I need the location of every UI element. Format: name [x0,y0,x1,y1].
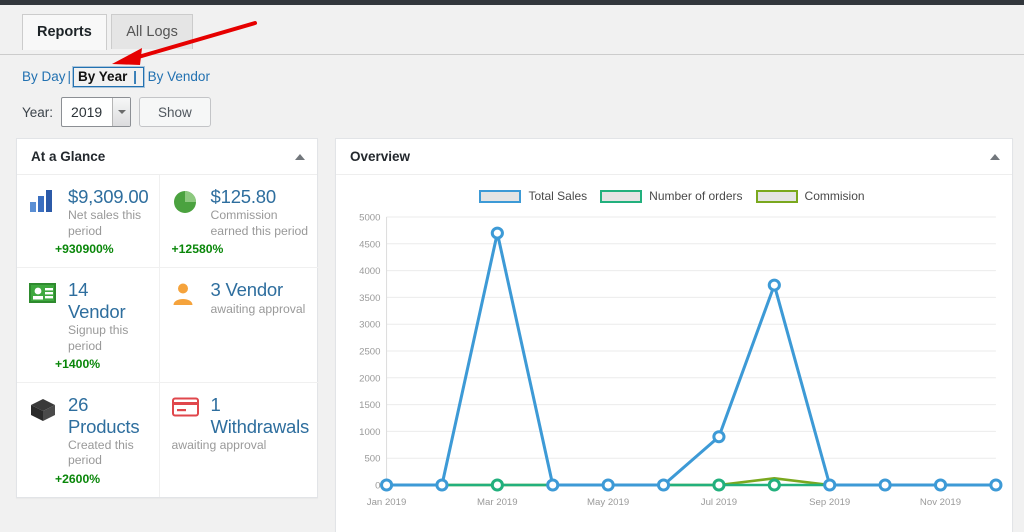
svg-text:Nov 2019: Nov 2019 [920,497,961,508]
at-a-glance-header: At a Glance [17,139,317,175]
legend-item-number-of-orders[interactable]: Number of orders [600,189,743,203]
legend-swatch-total-sales [479,189,522,203]
glance-value-commission: $125.80 [210,186,277,207]
dashboard-columns: At a Glance $9,309.00 Net sales this per… [0,127,1024,532]
chart-legend: Total Sales Number of orders Commision [340,181,1004,207]
svg-text:0: 0 [375,481,380,492]
glance-value-products: 26 Products [68,394,140,437]
subnav-separator-2: | [133,69,137,84]
at-a-glance-panel: At a Glance $9,309.00 Net sales this per… [16,138,320,498]
legend-item-commision[interactable]: Commision [755,189,865,203]
glance-pct-vendor-signup: +1400% [55,357,101,372]
glance-value-withdrawals: 1 Withdrawals [210,394,310,437]
tab-all-logs[interactable]: All Logs [111,14,193,50]
glance-value-net-sales: $9,309.00 [68,186,149,207]
tab-bar: Reports All Logs [0,14,1024,55]
overview-collapse-toggle-icon[interactable] [990,153,1000,160]
bar-chart-icon [29,186,59,239]
legend-swatch-number-of-orders [600,189,643,203]
svg-text:4500: 4500 [359,239,380,250]
year-label: Year: [22,104,54,120]
glance-cell-net-sales: $9,309.00 Net sales this period +930900% [17,175,160,269]
glance-desc-vendor-awaiting: awaiting approval [210,301,306,316]
glance-cell-vendor-signup: 14 Vendor Signup this period +1400% [17,268,160,384]
box-icon [29,394,59,469]
link-by-year[interactable]: By Year | [73,67,144,87]
year-select-value: 2019 [71,104,103,120]
at-a-glance-title: At a Glance [31,149,106,164]
chevron-down-icon [112,98,131,126]
id-card-icon [29,279,59,354]
svg-text:1500: 1500 [359,400,380,411]
svg-text:3000: 3000 [359,320,380,331]
glance-desc-vendor-signup: Signup this period [68,323,129,353]
legend-swatch-commision [755,189,798,203]
view-mode-links: By Day | By Year | By Vendor [0,55,1024,87]
glance-value-vendor-signup: 14 Vendor [68,279,126,322]
svg-text:Jul 2019: Jul 2019 [701,497,737,508]
svg-text:Jan 2019: Jan 2019 [367,497,407,508]
tab-underline [0,54,1024,55]
show-button[interactable]: Show [139,97,211,127]
svg-text:1000: 1000 [359,427,380,438]
link-by-day[interactable]: By Day [22,69,66,84]
glance-desc-withdrawals: awaiting approval [171,437,267,452]
legend-label-number-of-orders: Number of orders [649,189,743,203]
svg-text:Mar 2019: Mar 2019 [477,497,518,508]
svg-text:500: 500 [364,454,380,465]
overview-chart[interactable]: 0 500 1000 1500 2000 2500 3000 3500 4000 4500 5000… [340,207,1004,525]
svg-text:3500: 3500 [359,293,380,304]
svg-text:2500: 2500 [359,347,380,358]
tab-reports[interactable]: Reports [22,14,107,51]
admin-bar [0,0,1024,5]
glance-cell-products: 26 Products Created this period +2600% [17,383,160,497]
overview-header: Overview [336,139,1012,175]
legend-item-total-sales[interactable]: Total Sales [479,189,587,203]
legend-label-total-sales: Total Sales [528,189,588,203]
glance-pct-products: +2600% [55,471,101,486]
filter-row: Year: 2019 Show [0,87,1024,127]
overview-body: Total Sales Number of orders Commision 0… [336,175,1012,532]
svg-text:4000: 4000 [359,266,380,277]
pie-chart-icon [172,186,202,239]
tab-reports-label: Reports [37,24,92,40]
svg-text:May 2019: May 2019 [587,497,629,508]
glance-pct-commission: +12580% [171,242,224,257]
glance-desc-products: Created this period [68,437,134,468]
user-icon [172,279,202,317]
glance-cell-withdrawals: 1 Withdrawals awaiting approval [160,383,320,497]
tab-all-logs-label: All Logs [126,24,178,40]
overview-panel: Overview Total Sales Number of orders Co… [335,138,1013,532]
glance-value-vendor-awaiting: 3 Vendor [210,279,284,301]
svg-text:5000: 5000 [359,213,380,224]
glance-pct-net-sales: +930900% [55,242,114,257]
glance-cell-vendor-awaiting: 3 Vendor awaiting approval [159,268,320,384]
svg-text:Sep 2019: Sep 2019 [809,497,850,508]
collapse-toggle-icon[interactable] [295,153,305,160]
glance-desc-net-sales: Net sales this period [68,208,142,238]
credit-card-icon [171,394,202,437]
link-by-year-label: By Year [78,69,128,84]
link-by-vendor[interactable]: By Vendor [148,69,210,84]
glance-cell-commission: $125.80 Commission earned this period +1… [159,175,320,269]
svg-text:2000: 2000 [359,373,380,384]
legend-label-commision: Commision [804,189,865,203]
glance-grid: $9,309.00 Net sales this period +930900% [17,175,320,497]
subnav-separator-1: | [67,69,72,84]
year-select[interactable]: 2019 [61,97,132,127]
overview-title: Overview [350,149,411,164]
glance-desc-commission: Commission earned this period [210,208,309,238]
